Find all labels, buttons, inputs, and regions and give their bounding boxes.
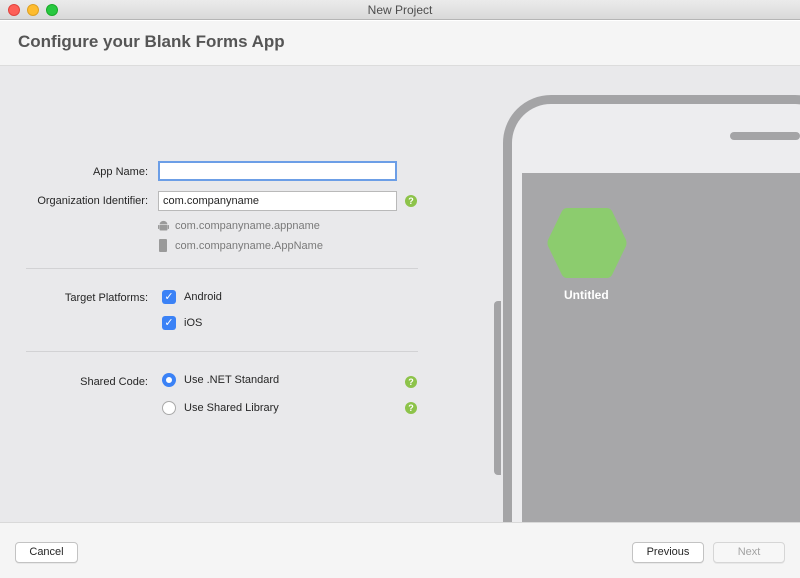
net-standard-radio-label[interactable]: Use .NET Standard	[184, 374, 279, 386]
android-package-name: com.companyname.appname	[175, 220, 320, 232]
page-title: Configure your Blank Forms App	[18, 32, 285, 51]
shared-library-help-icon[interactable]: ?	[405, 402, 417, 414]
ios-checkbox[interactable]: ✓	[162, 316, 176, 330]
next-button[interactable]: Next	[713, 542, 785, 563]
net-standard-help-icon[interactable]: ?	[405, 376, 417, 388]
org-identifier-help-icon[interactable]: ?	[405, 195, 417, 207]
target-platforms-label: Target Platforms:	[64, 292, 148, 304]
android-checkbox-label[interactable]: Android	[184, 291, 222, 303]
android-icon	[158, 220, 169, 231]
phone-side-button	[494, 301, 501, 475]
app-name-label: App Name:	[92, 166, 148, 178]
android-checkbox[interactable]: ✓	[162, 290, 176, 304]
page-header: Configure your Blank Forms App	[0, 21, 800, 66]
ios-bundle-identifier: com.companyname.AppName	[175, 240, 323, 252]
shared-library-radio-label[interactable]: Use Shared Library	[184, 402, 279, 414]
title-bar: New Project	[0, 0, 800, 20]
window-title: New Project	[367, 3, 433, 17]
configure-panel: App Name: Organization Identifier: ? com…	[0, 66, 800, 522]
org-identifier-input[interactable]	[158, 191, 397, 211]
net-standard-radio[interactable]	[162, 373, 176, 387]
app-preview-title: Untitled	[564, 288, 609, 302]
app-hexagon-icon	[547, 208, 627, 278]
app-name-input[interactable]	[158, 161, 397, 181]
shared-code-label: Shared Code:	[80, 376, 148, 388]
ios-checkbox-label[interactable]: iOS	[184, 317, 202, 329]
org-identifier-label: Organization Identifier:	[37, 195, 148, 207]
ios-device-icon	[159, 239, 167, 252]
phone-speaker	[730, 132, 800, 140]
shared-library-radio[interactable]	[162, 401, 176, 415]
section-divider	[26, 351, 418, 352]
section-divider	[26, 268, 418, 269]
footer-bar: Cancel Previous Next	[0, 522, 800, 578]
previous-button[interactable]: Previous	[632, 542, 704, 563]
cancel-button[interactable]: Cancel	[15, 542, 78, 563]
